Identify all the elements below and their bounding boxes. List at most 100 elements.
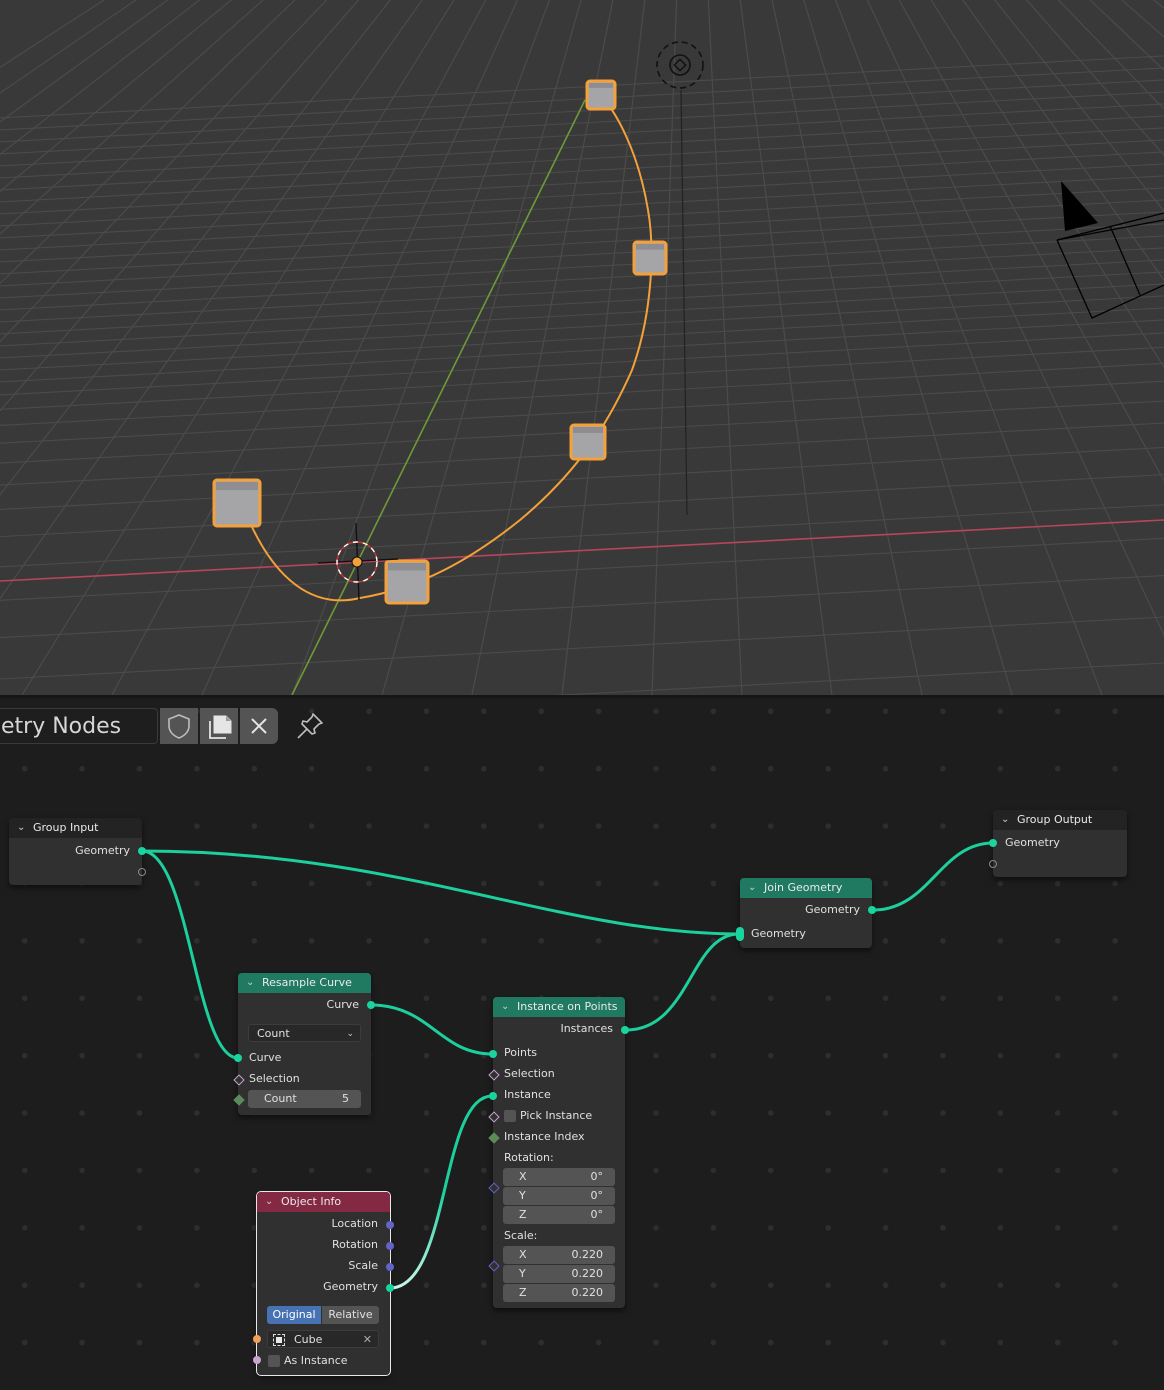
pin-button[interactable] [294,710,326,742]
node-object-info[interactable]: ⌄ Object Info Location Rotation Scale Geo… [253,1191,394,1376]
count-label: Count [264,1092,297,1105]
scale-label: Scale: [504,1229,538,1242]
grid-line [0,139,1164,203]
node-title: Instance on Points [517,1000,618,1013]
output-socket-scale[interactable] [386,1263,394,1271]
socket-label-geometry: Geometry [1005,836,1060,849]
grid-line [0,332,1164,396]
object-name: Cube [294,1333,323,1346]
socket-label-geometry: Geometry [75,844,130,857]
clear-icon[interactable]: ✕ [363,1331,372,1349]
node-header[interactable]: ⌄ Object Info [257,1192,390,1212]
rotation-x-field[interactable]: X 0° [503,1168,615,1186]
camera-object[interactable] [1056,181,1164,319]
output-socket-geometry[interactable] [138,847,146,855]
duplicate-button[interactable] [200,708,238,744]
grid-line [0,235,1164,299]
grid-line [0,55,1164,119]
pick-instance-checkbox[interactable] [504,1110,516,1122]
node-header[interactable]: ⌄ Join Geometry [740,878,872,898]
object-icon [273,1334,285,1346]
grid-line [0,151,1164,215]
grid-line [291,0,550,695]
grid-line [1025,0,1164,157]
chevron-down-icon: ⌄ [346,1029,354,1039]
input-socket-geometry-multi[interactable] [736,927,744,941]
grid-line [0,175,1164,239]
input-socket-geometry[interactable] [989,839,997,847]
rotation-y-field[interactable]: Y 0° [503,1187,615,1205]
node-tree-name-field[interactable]: etry Nodes [0,708,158,744]
grid-line [993,0,1164,213]
duplicate-icon [209,715,232,739]
as-instance-checkbox[interactable] [268,1355,280,1367]
grid-line [0,0,137,94]
input-socket-instance[interactable] [489,1092,497,1100]
grid-line [0,283,1164,347]
chevron-down-icon[interactable]: ⌄ [748,878,756,898]
node-header[interactable]: ⌄ Resample Curve [238,973,371,993]
chevron-down-icon[interactable]: ⌄ [1001,810,1009,830]
light-object[interactable] [656,41,704,516]
socket-label-geometry-in: Geometry [751,927,806,940]
socket-label-location: Location [331,1217,378,1230]
viewport-canvas[interactable] [0,0,1164,695]
grid-line [898,0,1164,482]
input-socket-object[interactable] [253,1335,261,1343]
output-socket-curve[interactable] [367,1001,375,1009]
input-socket-points[interactable] [489,1050,497,1058]
output-socket-empty[interactable] [138,868,146,876]
node-resample-curve[interactable]: ⌄ Resample Curve Curve Count ⌄ Curve Selec… [233,973,375,1115]
node-header[interactable]: ⌄ Instance on Points [493,997,625,1017]
grid-line [0,199,1164,263]
scale-x-field[interactable]: X 0.220 [503,1246,615,1264]
transform-relative-button[interactable]: Relative [322,1306,379,1324]
cube-instance [585,79,617,111]
pick-instance-label: Pick Instance [520,1109,593,1122]
chevron-down-icon[interactable]: ⌄ [17,818,25,838]
output-socket-location[interactable] [386,1221,394,1229]
socket-label-instance-index: Instance Index [504,1130,585,1143]
grid-line [0,504,1164,568]
grid-line [0,259,1164,323]
axis-value: 0° [590,1170,604,1183]
grid-line [0,537,1164,601]
node-group-output[interactable]: ⌄ Group Output Geometry [989,810,1127,877]
node-header[interactable]: ⌄ Group Output [993,810,1127,830]
output-socket-rotation[interactable] [386,1242,394,1250]
scale-y-field[interactable]: Y 0.220 [503,1265,615,1283]
object-field[interactable]: Cube ✕ [267,1330,379,1348]
mode-dropdown[interactable]: Count ⌄ [248,1024,361,1042]
grid-line [0,211,1164,275]
chevron-down-icon[interactable]: ⌄ [501,997,509,1017]
grid-line [0,67,1164,131]
close-icon [251,718,267,734]
node-join-geometry[interactable]: ⌄ Join Geometry Geometry Geometry [736,878,876,948]
output-socket-instances[interactable] [621,1026,629,1034]
3d-viewport[interactable] [0,0,1164,695]
node-title: Resample Curve [262,976,352,989]
unlink-button[interactable] [240,708,278,744]
chevron-down-icon[interactable]: ⌄ [246,973,254,993]
grid-line [1089,0,1164,71]
rotation-z-field[interactable]: Z 0° [503,1206,615,1224]
socket-label-geometry-out: Geometry [805,903,860,916]
input-socket-empty[interactable] [989,860,997,868]
output-socket-geometry[interactable] [868,906,876,914]
rotation-label: Rotation: [504,1151,554,1164]
node-header[interactable]: ⌄ Group Input [9,818,142,838]
chevron-down-icon[interactable]: ⌄ [265,1192,273,1212]
node-group-input[interactable]: ⌄ Group Input Geometry [9,818,146,885]
node-instance-on-points[interactable]: ⌄ Instance on Points Instances Points Sel… [488,997,629,1308]
count-field[interactable]: Count 5 [248,1090,361,1108]
axis-label: X [519,1248,527,1261]
socket-label-selection: Selection [504,1067,555,1080]
input-socket-curve[interactable] [234,1054,242,1062]
transform-original-button[interactable]: Original [267,1306,321,1324]
fake-user-button[interactable] [160,708,198,744]
geometry-node-editor[interactable]: etry Nodes ⌄ Group Input Geometry ⌄ Group … [0,698,1164,1390]
input-socket-as-instance[interactable] [253,1356,261,1364]
grid-line [0,271,1164,335]
scale-z-field[interactable]: Z 0.220 [503,1284,615,1302]
output-socket-geometry[interactable] [386,1284,394,1292]
